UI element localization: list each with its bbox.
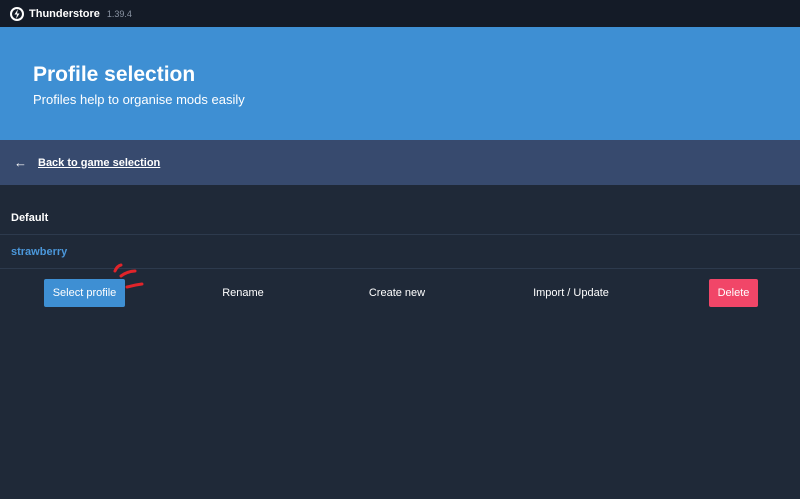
import-update-button[interactable]: Import / Update bbox=[521, 279, 621, 307]
delete-button[interactable]: Delete bbox=[709, 279, 758, 307]
profile-list: Default strawberry bbox=[0, 201, 800, 269]
click-annotation-marks bbox=[113, 263, 144, 289]
back-navigation-bar: ← Back to game selection bbox=[0, 140, 800, 185]
app-version: 1.39.4 bbox=[106, 8, 132, 19]
title-bar: Thunderstore 1.39.4 bbox=[0, 0, 800, 27]
arrow-left-icon[interactable]: ← bbox=[14, 156, 27, 169]
thunderstore-logo-icon bbox=[10, 6, 24, 21]
page-header: Profile selection Profiles help to organ… bbox=[0, 27, 800, 140]
back-to-game-selection-link[interactable]: Back to game selection bbox=[38, 157, 160, 169]
page-subtitle: Profiles help to organise mods easily bbox=[33, 92, 245, 107]
page-title: Profile selection bbox=[33, 63, 196, 86]
app-name: Thunderstore bbox=[29, 7, 100, 20]
create-new-button[interactable]: Create new bbox=[357, 279, 437, 307]
rename-button[interactable]: Rename bbox=[203, 279, 283, 307]
profile-item-default[interactable]: Default bbox=[0, 201, 800, 235]
